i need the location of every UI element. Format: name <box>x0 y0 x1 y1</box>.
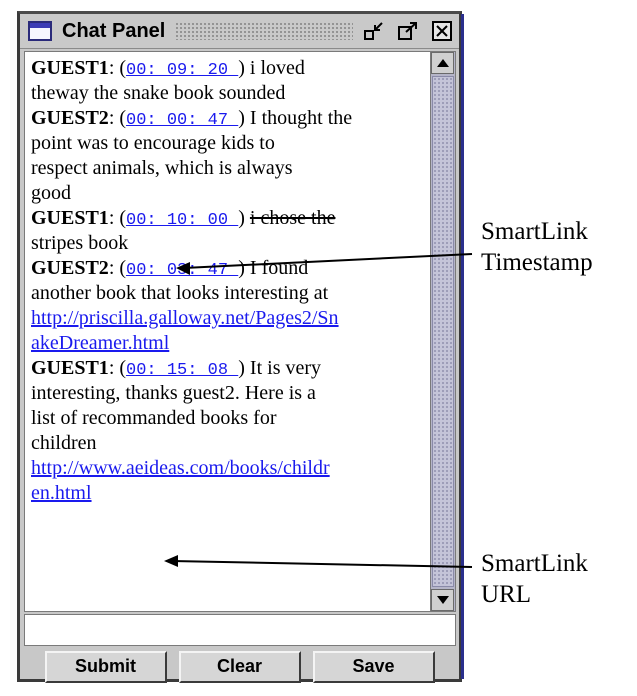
arrow-head-timestamp <box>176 262 190 275</box>
arrow-head-url <box>164 555 178 567</box>
arrow-line-timestamp <box>183 253 473 269</box>
callout-arrows <box>164 253 473 568</box>
arrow-line-url <box>171 560 473 568</box>
